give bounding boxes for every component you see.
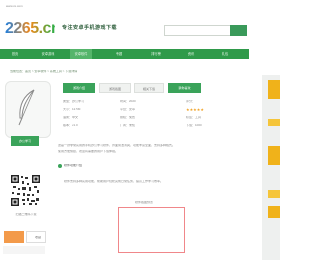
info-downloads: 下载：1000	[186, 124, 202, 127]
nav-item-home[interactable]: 首页	[4, 49, 26, 59]
side-float-tab[interactable]	[268, 146, 280, 165]
side-float-tab[interactable]	[268, 80, 280, 99]
nav-item-topics[interactable]: 专题	[108, 49, 130, 59]
info-type: 类型：办公学习	[63, 100, 85, 103]
preview-label: 软件截图预览	[134, 201, 153, 204]
nav-item-android-games[interactable]: 安卓游戏	[37, 49, 59, 59]
site-logo[interactable]: 2265.cn	[5, 19, 61, 39]
search-button[interactable]	[230, 25, 247, 36]
tab-recommend[interactable]: 猜你喜欢	[168, 83, 201, 93]
section-bullet-icon	[58, 164, 62, 168]
favorite-button-label: 收藏	[34, 236, 41, 239]
side-float-tab[interactable]	[268, 119, 280, 126]
section-heading: 软件功能介绍	[64, 164, 83, 167]
nav-item-gifts[interactable]: 礼包	[213, 49, 237, 59]
side-float-tab[interactable]	[268, 190, 280, 198]
side-float-tab[interactable]	[268, 206, 280, 218]
description-text: 这是一款非常实用的手机办公学习软件，界面简洁清爽，功能丰富全面，支持多种格式。	[58, 144, 176, 147]
info-version: 版本：v1.0	[63, 124, 78, 127]
site-slogan: 专注安卓手机游戏下载	[62, 25, 118, 31]
top-bar: www.xx.com	[0, 0, 280, 12]
top-bar-text: www.xx.com	[6, 5, 23, 8]
info-tags: 标签：工具	[186, 116, 202, 119]
info-vendor: 厂商：未知	[120, 124, 136, 127]
info-rating-label: 评分：	[186, 100, 196, 103]
info-platform: 平台：安卓	[120, 108, 136, 111]
tab-intro[interactable]: 游戏介绍	[63, 83, 95, 93]
nav-item-android-apps[interactable]: 安卓软件	[70, 49, 92, 59]
tab-screenshots[interactable]: 游戏截图	[99, 83, 131, 93]
tab-related[interactable]: 相关下载	[134, 83, 164, 93]
section-text: 软件支持多种实用功能，帮助用户轻松完成日常任务，提高工作学习效率。	[64, 180, 164, 183]
rating-stars: ★★★★★	[186, 107, 204, 112]
download-button[interactable]	[4, 231, 24, 243]
nav-item-news[interactable]: 资讯	[180, 49, 202, 59]
app-category-badge[interactable]: 办公学习	[11, 136, 39, 146]
info-language: 语言：中文	[63, 116, 79, 119]
breadcrumb[interactable]: 当前位置：首页 > 安卓软件 > 系统工具 > 下载详情	[10, 70, 132, 73]
info-time: 时间：2020	[120, 100, 136, 103]
main-nav: 首页 安卓游戏 安卓软件 专题 排行榜 资讯 礼包	[0, 49, 249, 59]
info-license: 授权：免费	[120, 116, 136, 119]
qr-caption: 扫描二维码下载	[15, 213, 37, 216]
screenshot-preview[interactable]	[118, 207, 185, 253]
info-size: 大小：12.5M	[63, 108, 81, 111]
right-side-panel	[262, 75, 280, 260]
feather-icon	[18, 89, 35, 126]
bottom-bar	[3, 246, 45, 254]
description-text: 使用方便快捷，欢迎有需要的用户下载体验。	[58, 150, 119, 153]
nav-item-rankings[interactable]: 排行榜	[145, 49, 167, 59]
qr-code	[10, 174, 41, 207]
